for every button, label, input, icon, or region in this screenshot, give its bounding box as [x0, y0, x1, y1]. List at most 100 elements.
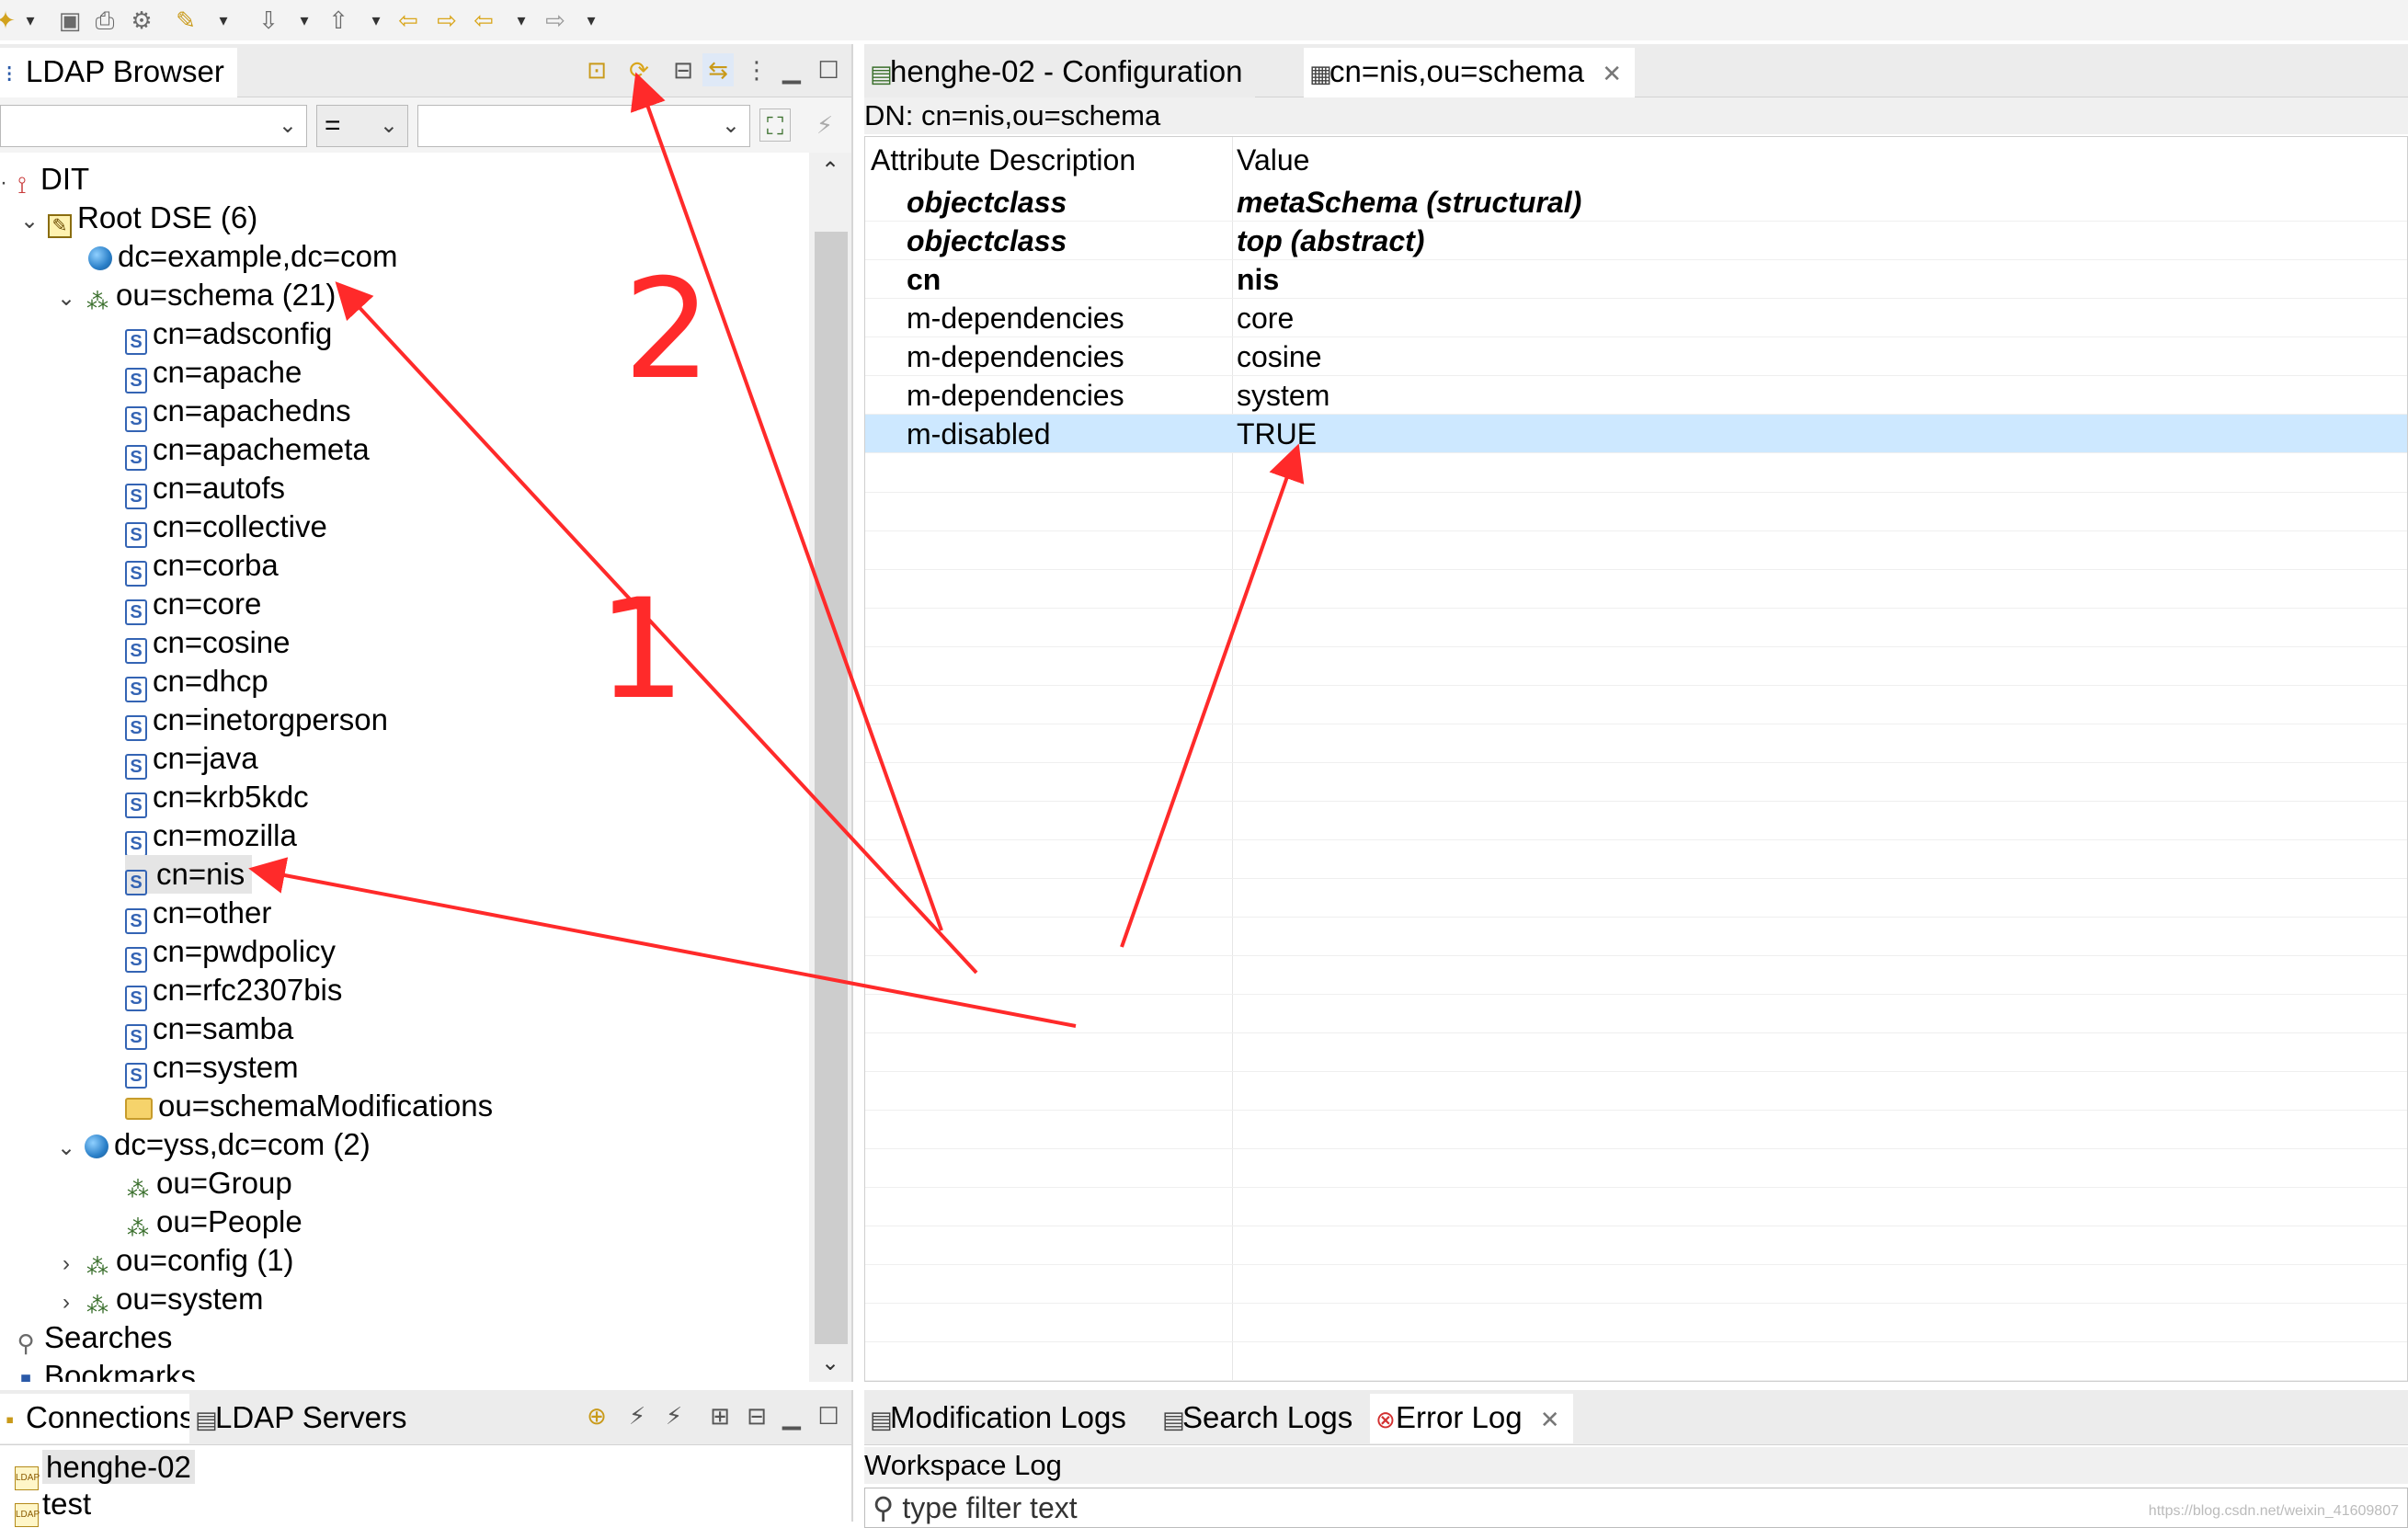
tree-node-schema-entry[interactable]: Scn=pwdpolicy — [125, 932, 336, 973]
previous-annotation-icon[interactable]: ⇦ — [394, 6, 423, 35]
next-annotation-icon[interactable]: ⇨ — [432, 6, 462, 35]
new-wizard-icon[interactable]: ✦ — [0, 6, 20, 35]
column-header-value[interactable]: Value — [1237, 137, 1309, 183]
connection-item[interactable]: LDAP henghe-02 — [15, 1449, 195, 1490]
tree-node-bookmarks[interactable]: ▮ Bookmarks — [13, 1357, 196, 1382]
tree-node-schema-entry[interactable]: Scn=mozilla — [125, 816, 297, 857]
chevron-down-icon[interactable]: ⌄ — [18, 202, 40, 241]
tab-ldap-browser[interactable]: ⁝ LDAP Browser — [0, 48, 237, 97]
tree-node-yss[interactable]: ⌄ dc=yss,dc=com (2) — [55, 1125, 371, 1164]
link-with-editor-icon[interactable]: ⇆ — [702, 53, 734, 86]
close-icon[interactable]: ✕ — [1602, 60, 1622, 87]
tree-node-system[interactable]: › ⁂ ou=system — [55, 1280, 264, 1318]
collapse-all-icon[interactable]: ⊟ — [668, 53, 699, 86]
view-menu-icon[interactable]: ⋮ — [741, 53, 772, 86]
tree-node-schema-entry-selected[interactable]: Scn=nis — [125, 855, 253, 895]
minimize-icon[interactable]: ▁ — [776, 1399, 807, 1432]
tree-node-schema-entry[interactable]: Scn=samba — [125, 1009, 293, 1050]
tab-ldap-servers[interactable]: ▤LDAP Servers — [189, 1394, 420, 1443]
chevron-down-icon[interactable]: ⌄ — [55, 1129, 77, 1168]
forward-dropdown-arrow-icon[interactable]: ▾ — [583, 7, 599, 33]
search-wizard-icon[interactable]: ✎ — [171, 6, 200, 35]
tree-scrollbar[interactable]: ⌃ ⌄ — [809, 153, 851, 1382]
tree-node-people[interactable]: ⁂ ou=People — [125, 1203, 302, 1241]
expand-all-icon[interactable]: ⊞ — [704, 1399, 736, 1432]
table-row[interactable]: m-dependencies cosine — [865, 337, 2407, 376]
tree-node-root-dse[interactable]: ⌄ ✎ Root DSE (6) — [18, 199, 257, 238]
save-icon[interactable]: ▣ — [55, 6, 85, 35]
tree-node-schema-entry[interactable]: Scn=adsconfig — [125, 314, 332, 355]
tree-node-searches[interactable]: ⚲ Searches — [13, 1318, 172, 1357]
operator-combo[interactable]: = ⌄ — [316, 105, 408, 147]
maximize-icon[interactable]: ☐ — [813, 1399, 844, 1432]
chevron-down-icon[interactable]: ⌄ — [55, 279, 77, 318]
gear-icon[interactable]: ⚙ — [127, 6, 156, 35]
export-dropdown-arrow-icon[interactable]: ▾ — [368, 7, 384, 33]
tree-node-schema-entry[interactable]: Scn=core — [125, 585, 261, 625]
table-row[interactable]: cn nis — [865, 260, 2407, 299]
tree-node-dit[interactable]: · ⟟ DIT — [0, 160, 89, 199]
tree-node-schema-entry[interactable]: Scn=collective — [125, 507, 327, 548]
back-icon[interactable]: ⇦ — [469, 6, 498, 35]
close-icon[interactable]: ✕ — [1540, 1406, 1560, 1433]
tab-entry-editor[interactable]: ▦cn=nis,ou=schema ✕ — [1304, 48, 1635, 97]
tree-node-schema-entry[interactable]: Scn=autofs — [125, 469, 285, 509]
tree-node-schema-entry[interactable]: Scn=apachemeta — [125, 430, 370, 471]
back-dropdown-arrow-icon[interactable]: ▾ — [513, 7, 530, 33]
tree-node-schema-entry[interactable]: Scn=apache — [125, 353, 302, 393]
search-dropdown-arrow-icon[interactable]: ▾ — [215, 7, 232, 33]
tab-error-log[interactable]: ⊗Error Log ✕ — [1370, 1394, 1573, 1443]
scroll-down-icon[interactable]: ⌄ — [809, 1345, 851, 1382]
value-cell[interactable]: metaSchema (structural) — [1237, 183, 1581, 222]
chevron-right-icon[interactable]: › — [55, 1283, 77, 1322]
maximize-icon[interactable]: ☐ — [813, 53, 844, 86]
tree-node-schema-entry[interactable]: Scn=java — [125, 739, 258, 780]
tree-node-schema-entry[interactable]: Scn=cosine — [125, 623, 291, 664]
tree-node-schema-entry[interactable]: Scn=dhcp — [125, 662, 268, 702]
minimize-icon[interactable]: ▁ — [776, 53, 807, 86]
chevron-right-icon[interactable]: › — [55, 1245, 77, 1283]
value-cell[interactable]: cosine — [1237, 337, 1322, 376]
table-row[interactable]: m-dependencies core — [865, 299, 2407, 337]
tree-node-schema-entry[interactable]: Scn=inetorgperson — [125, 701, 388, 741]
new-dropdown-arrow-icon[interactable]: ▾ — [22, 7, 39, 33]
tree-node-schema-entry[interactable]: Scn=apachedns — [125, 392, 351, 432]
table-row[interactable]: objectclass metaSchema (structural) — [865, 183, 2407, 222]
scrollbar-thumb[interactable] — [815, 232, 848, 1344]
attribute-combo[interactable]: ⌄ — [0, 105, 307, 147]
refresh-icon[interactable]: ⟳ — [623, 53, 655, 86]
tree-node-schema-entry[interactable]: Scn=rfc2307bis — [125, 971, 342, 1011]
tab-connections[interactable]: ▪ Connections — [0, 1394, 208, 1443]
collapse-all-icon[interactable]: ⊟ — [741, 1399, 772, 1432]
value-cell[interactable]: TRUE — [1237, 415, 1317, 453]
disconnect-icon[interactable]: ⚡ — [622, 1399, 653, 1432]
import-dropdown-arrow-icon[interactable]: ▾ — [296, 7, 313, 33]
tree-node-schema[interactable]: ⌄ ⁂ ou=schema (21) — [55, 276, 336, 314]
scroll-up-icon[interactable]: ⌃ — [809, 153, 851, 189]
value-cell[interactable]: system — [1237, 376, 1330, 415]
new-connection-icon[interactable]: ⊕ — [581, 1399, 612, 1432]
forward-icon[interactable]: ⇨ — [541, 6, 570, 35]
tree-node-schema-entry[interactable]: Scn=corba — [125, 546, 279, 587]
tab-search-logs[interactable]: ▤Search Logs — [1157, 1394, 1366, 1443]
tab-connection-configuration[interactable]: ▤henghe-02 - Configuration — [864, 48, 1256, 97]
value-cell[interactable]: nis — [1237, 260, 1279, 299]
tab-modification-logs[interactable]: ▤Modification Logs — [864, 1394, 1139, 1443]
open-entry-icon[interactable]: ⊡ — [581, 53, 612, 86]
quick-search-scope-icon[interactable]: ⛶ — [759, 108, 791, 142]
export-icon[interactable]: ⇧ — [324, 6, 353, 35]
tree-node-group[interactable]: ⁂ ou=Group — [125, 1164, 292, 1203]
chevron-down-icon[interactable]: · — [0, 164, 7, 202]
tree-node-schema-entry[interactable]: Scn=krb5kdc — [125, 778, 309, 818]
tree-node-schema-modifications[interactable]: ou=schemaModifications — [125, 1087, 493, 1125]
value-combo[interactable]: ⌄ — [417, 105, 750, 147]
print-icon[interactable]: ⎙ — [90, 6, 120, 35]
value-cell[interactable]: core — [1237, 299, 1294, 337]
tree-node-example[interactable]: dc=example,dc=com — [88, 237, 398, 276]
import-icon[interactable]: ⇩ — [254, 6, 283, 35]
connection-item[interactable]: LDAPtest — [15, 1486, 91, 1527]
value-cell[interactable]: top (abstract) — [1237, 222, 1424, 260]
tree-node-config[interactable]: › ⁂ ou=config (1) — [55, 1241, 294, 1280]
tree-node-schema-entry[interactable]: Scn=system — [125, 1048, 299, 1089]
tree-node-schema-entry[interactable]: Scn=other — [125, 894, 271, 934]
